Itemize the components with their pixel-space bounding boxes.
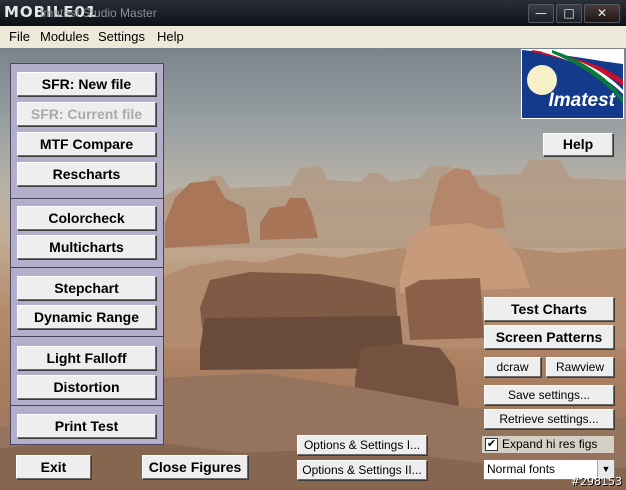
expand-hi-res-checkbox-row[interactable]: ✔ Expand hi res figs: [482, 436, 614, 453]
close-figures-button[interactable]: Close Figures: [142, 455, 248, 479]
test-charts-button[interactable]: Test Charts: [484, 297, 614, 321]
menu-settings[interactable]: Settings: [98, 29, 145, 44]
sfr-current-file-button[interactable]: SFR: Current file: [17, 102, 156, 126]
menu-modules[interactable]: Modules: [40, 29, 89, 44]
maximize-button[interactable]: □: [556, 4, 582, 23]
close-icon: ✕: [596, 6, 608, 20]
menu-help[interactable]: Help: [157, 29, 184, 44]
menu-bar: File Modules Settings Help: [0, 26, 626, 49]
maximize-icon: □: [563, 6, 575, 20]
lens-group: Light Falloff Distortion: [10, 336, 164, 407]
sfr-new-file-button[interactable]: SFR: New file: [17, 72, 156, 96]
minimize-button[interactable]: —: [528, 4, 554, 23]
imatest-logo: Imatest: [521, 49, 624, 119]
rawview-button[interactable]: Rawview: [546, 357, 614, 377]
expand-hi-res-checkbox[interactable]: ✔: [485, 438, 498, 451]
title-bar[interactable]: MOBILE01 Imatest Studio Master — □ ✕: [0, 0, 626, 26]
multicharts-button[interactable]: Multicharts: [17, 235, 156, 259]
watermark-id: #298153: [570, 475, 622, 488]
sfr-group: SFR: New file SFR: Current file MTF Comp…: [10, 63, 164, 200]
imatest-window: MOBILE01 Imatest Studio Master — □ ✕ Fil…: [0, 0, 626, 490]
mtf-compare-button[interactable]: MTF Compare: [17, 132, 156, 156]
window-title: Imatest Studio Master: [40, 6, 157, 20]
dcraw-button[interactable]: dcraw: [484, 357, 541, 377]
print-group: Print Test: [10, 405, 164, 445]
options-settings-2-button[interactable]: Options & Settings II...: [297, 460, 427, 480]
menu-file[interactable]: File: [9, 29, 30, 44]
minimize-icon: —: [535, 6, 547, 20]
retrieve-settings-button[interactable]: Retrieve settings...: [484, 409, 614, 429]
rescharts-button[interactable]: Rescharts: [17, 162, 156, 186]
help-button[interactable]: Help: [543, 133, 613, 156]
exit-button[interactable]: Exit: [16, 455, 91, 479]
light-falloff-button[interactable]: Light Falloff: [17, 346, 156, 370]
tonal-group: Stepchart Dynamic Range: [10, 267, 164, 338]
save-settings-button[interactable]: Save settings...: [484, 385, 614, 405]
close-button[interactable]: ✕: [584, 4, 620, 23]
logo-text: Imatest: [548, 90, 615, 111]
expand-hi-res-label: Expand hi res figs: [502, 437, 598, 451]
color-group: Colorcheck Multicharts: [10, 198, 164, 269]
stepchart-button[interactable]: Stepchart: [17, 276, 156, 300]
dynamic-range-button[interactable]: Dynamic Range: [17, 305, 156, 329]
print-test-button[interactable]: Print Test: [17, 414, 156, 438]
colorcheck-button[interactable]: Colorcheck: [17, 206, 156, 230]
font-size-value: Normal fonts: [487, 462, 556, 476]
distortion-button[interactable]: Distortion: [17, 375, 156, 399]
screen-patterns-button[interactable]: Screen Patterns: [484, 325, 614, 349]
options-settings-1-button[interactable]: Options & Settings I...: [297, 435, 427, 455]
